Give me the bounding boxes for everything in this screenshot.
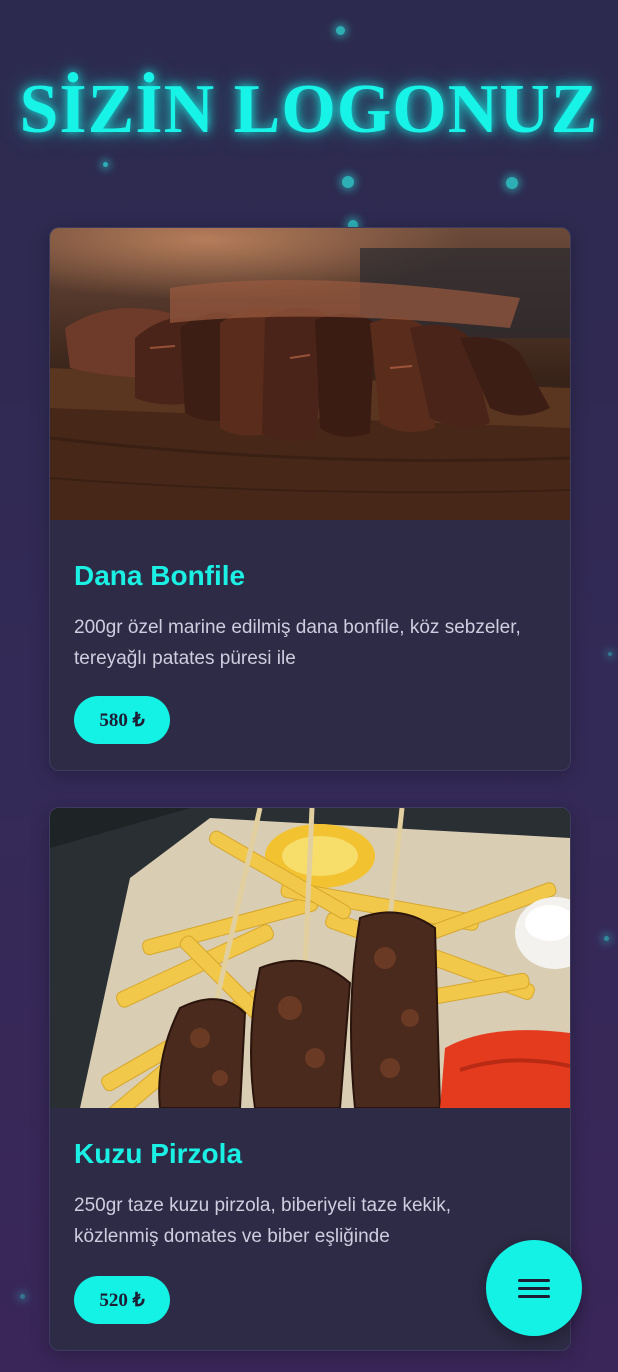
dish-name: Dana Bonfile — [74, 560, 246, 591]
logo: SİZİN LOGONUZ — [19, 71, 599, 148]
price-button[interactable]: 580 ₺ — [74, 696, 170, 744]
dish-name: Kuzu Pirzola — [74, 1138, 243, 1169]
menu-icon — [518, 1274, 550, 1303]
menu-fab-button[interactable] — [486, 1240, 582, 1336]
glow-dot — [506, 177, 518, 189]
glow-dot — [20, 1294, 25, 1299]
steak-photo — [50, 228, 570, 520]
skewer-fries-photo — [50, 808, 570, 1108]
glow-dot — [342, 176, 354, 188]
dish-description: 200gr özel marine edilmiş dana bonfile, … — [74, 617, 521, 669]
dish-description: 250gr taze kuzu pirzola, biberiyeli taze… — [74, 1195, 452, 1247]
menu-card[interactable]: Dana Bonfile 200gr özel marine edilmiş d… — [49, 227, 571, 771]
glow-dot — [336, 26, 345, 35]
price-button[interactable]: 520 ₺ — [74, 1276, 170, 1324]
glow-dot — [103, 162, 108, 167]
glow-dot — [608, 652, 612, 656]
glow-dot — [604, 936, 609, 941]
